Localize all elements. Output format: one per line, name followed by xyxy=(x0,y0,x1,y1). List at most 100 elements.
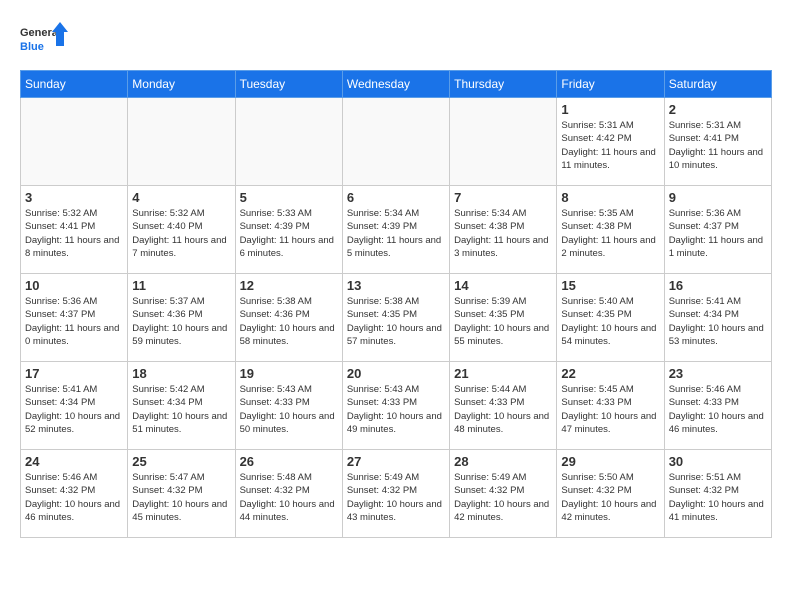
logo-svg: General Blue xyxy=(20,20,70,60)
day-number: 14 xyxy=(454,278,552,293)
svg-text:Blue: Blue xyxy=(20,41,44,53)
calendar-day: 27 Sunrise: 5:49 AMSunset: 4:32 PMDayligh… xyxy=(342,450,449,538)
calendar-day xyxy=(450,98,557,186)
day-number: 12 xyxy=(240,278,338,293)
week-row-4: 17 Sunrise: 5:41 AMSunset: 4:34 PMDayligh… xyxy=(21,362,772,450)
day-info: Sunrise: 5:38 AMSunset: 4:35 PMDaylight:… xyxy=(347,295,445,348)
logo: General Blue xyxy=(20,20,70,60)
calendar-day: 8 Sunrise: 5:35 AMSunset: 4:38 PMDaylight… xyxy=(557,186,664,274)
header: General Blue xyxy=(20,20,772,60)
day-number: 18 xyxy=(132,366,230,381)
day-number: 1 xyxy=(561,102,659,117)
week-row-1: 1 Sunrise: 5:31 AMSunset: 4:42 PMDaylight… xyxy=(21,98,772,186)
calendar-day: 1 Sunrise: 5:31 AMSunset: 4:42 PMDaylight… xyxy=(557,98,664,186)
day-info: Sunrise: 5:32 AMSunset: 4:41 PMDaylight:… xyxy=(25,207,123,260)
day-number: 27 xyxy=(347,454,445,469)
calendar-day: 7 Sunrise: 5:34 AMSunset: 4:38 PMDaylight… xyxy=(450,186,557,274)
calendar-day: 23 Sunrise: 5:46 AMSunset: 4:33 PMDayligh… xyxy=(664,362,771,450)
day-number: 5 xyxy=(240,190,338,205)
day-info: Sunrise: 5:35 AMSunset: 4:38 PMDaylight:… xyxy=(561,207,659,260)
day-number: 17 xyxy=(25,366,123,381)
day-info: Sunrise: 5:34 AMSunset: 4:38 PMDaylight:… xyxy=(454,207,552,260)
calendar-day: 9 Sunrise: 5:36 AMSunset: 4:37 PMDaylight… xyxy=(664,186,771,274)
calendar-day: 14 Sunrise: 5:39 AMSunset: 4:35 PMDayligh… xyxy=(450,274,557,362)
day-info: Sunrise: 5:33 AMSunset: 4:39 PMDaylight:… xyxy=(240,207,338,260)
day-info: Sunrise: 5:37 AMSunset: 4:36 PMDaylight:… xyxy=(132,295,230,348)
calendar-day: 19 Sunrise: 5:43 AMSunset: 4:33 PMDayligh… xyxy=(235,362,342,450)
day-number: 13 xyxy=(347,278,445,293)
day-number: 15 xyxy=(561,278,659,293)
calendar-day: 25 Sunrise: 5:47 AMSunset: 4:32 PMDayligh… xyxy=(128,450,235,538)
day-number: 28 xyxy=(454,454,552,469)
day-info: Sunrise: 5:36 AMSunset: 4:37 PMDaylight:… xyxy=(669,207,767,260)
day-info: Sunrise: 5:31 AMSunset: 4:41 PMDaylight:… xyxy=(669,119,767,172)
calendar-day: 4 Sunrise: 5:32 AMSunset: 4:40 PMDaylight… xyxy=(128,186,235,274)
day-number: 10 xyxy=(25,278,123,293)
day-number: 16 xyxy=(669,278,767,293)
day-number: 8 xyxy=(561,190,659,205)
day-number: 9 xyxy=(669,190,767,205)
calendar-day: 30 Sunrise: 5:51 AMSunset: 4:32 PMDayligh… xyxy=(664,450,771,538)
day-info: Sunrise: 5:45 AMSunset: 4:33 PMDaylight:… xyxy=(561,383,659,436)
calendar-day: 16 Sunrise: 5:41 AMSunset: 4:34 PMDayligh… xyxy=(664,274,771,362)
weekday-header-sunday: Sunday xyxy=(21,71,128,98)
day-number: 2 xyxy=(669,102,767,117)
calendar-day: 6Sunrise: 5:34 AMSunset: 4:39 PMDaylight… xyxy=(342,186,449,274)
day-info: Sunrise: 5:42 AMSunset: 4:34 PMDaylight:… xyxy=(132,383,230,436)
day-info: Sunrise: 5:34 AMSunset: 4:39 PMDaylight:… xyxy=(347,207,445,260)
calendar-day: 11Sunrise: 5:37 AMSunset: 4:36 PMDayligh… xyxy=(128,274,235,362)
calendar-day: 28Sunrise: 5:49 AMSunset: 4:32 PMDayligh… xyxy=(450,450,557,538)
day-info: Sunrise: 5:31 AMSunset: 4:42 PMDaylight:… xyxy=(561,119,659,172)
day-number: 24 xyxy=(25,454,123,469)
weekday-header-friday: Friday xyxy=(557,71,664,98)
day-number: 26 xyxy=(240,454,338,469)
day-number: 4 xyxy=(132,190,230,205)
calendar-day: 2 Sunrise: 5:31 AMSunset: 4:41 PMDaylight… xyxy=(664,98,771,186)
calendar-table: SundayMondayTuesdayWednesdayThursdayFrid… xyxy=(20,70,772,538)
day-number: 30 xyxy=(669,454,767,469)
day-info: Sunrise: 5:46 AMSunset: 4:32 PMDaylight:… xyxy=(25,471,123,524)
day-number: 20 xyxy=(347,366,445,381)
day-info: Sunrise: 5:47 AMSunset: 4:32 PMDaylight:… xyxy=(132,471,230,524)
calendar-day: 24 Sunrise: 5:46 AMSunset: 4:32 PMDayligh… xyxy=(21,450,128,538)
calendar-day xyxy=(21,98,128,186)
weekday-header-monday: Monday xyxy=(128,71,235,98)
day-info: Sunrise: 5:36 AMSunset: 4:37 PMDaylight:… xyxy=(25,295,123,348)
calendar-day: 21Sunrise: 5:44 AMSunset: 4:33 PMDayligh… xyxy=(450,362,557,450)
day-info: Sunrise: 5:43 AMSunset: 4:33 PMDaylight:… xyxy=(347,383,445,436)
week-row-2: 3 Sunrise: 5:32 AMSunset: 4:41 PMDaylight… xyxy=(21,186,772,274)
day-info: Sunrise: 5:32 AMSunset: 4:40 PMDaylight:… xyxy=(132,207,230,260)
day-number: 25 xyxy=(132,454,230,469)
calendar-day: 17 Sunrise: 5:41 AMSunset: 4:34 PMDayligh… xyxy=(21,362,128,450)
calendar-day: 12Sunrise: 5:38 AMSunset: 4:36 PMDayligh… xyxy=(235,274,342,362)
day-number: 29 xyxy=(561,454,659,469)
week-row-5: 24 Sunrise: 5:46 AMSunset: 4:32 PMDayligh… xyxy=(21,450,772,538)
calendar-day: 5 Sunrise: 5:33 AMSunset: 4:39 PMDaylight… xyxy=(235,186,342,274)
day-info: Sunrise: 5:43 AMSunset: 4:33 PMDaylight:… xyxy=(240,383,338,436)
calendar-day xyxy=(235,98,342,186)
day-info: Sunrise: 5:49 AMSunset: 4:32 PMDaylight:… xyxy=(347,471,445,524)
calendar-day: 18 Sunrise: 5:42 AMSunset: 4:34 PMDayligh… xyxy=(128,362,235,450)
calendar-day: 20 Sunrise: 5:43 AMSunset: 4:33 PMDayligh… xyxy=(342,362,449,450)
day-number: 21 xyxy=(454,366,552,381)
calendar-day xyxy=(342,98,449,186)
calendar-day xyxy=(128,98,235,186)
calendar-day: 10 Sunrise: 5:36 AMSunset: 4:37 PMDayligh… xyxy=(21,274,128,362)
day-number: 7 xyxy=(454,190,552,205)
day-info: Sunrise: 5:51 AMSunset: 4:32 PMDaylight:… xyxy=(669,471,767,524)
day-info: Sunrise: 5:39 AMSunset: 4:35 PMDaylight:… xyxy=(454,295,552,348)
day-info: Sunrise: 5:41 AMSunset: 4:34 PMDaylight:… xyxy=(669,295,767,348)
day-info: Sunrise: 5:46 AMSunset: 4:33 PMDaylight:… xyxy=(669,383,767,436)
weekday-header-saturday: Saturday xyxy=(664,71,771,98)
day-number: 23 xyxy=(669,366,767,381)
day-number: 3 xyxy=(25,190,123,205)
day-number: 19 xyxy=(240,366,338,381)
calendar-day: 15 Sunrise: 5:40 AMSunset: 4:35 PMDayligh… xyxy=(557,274,664,362)
day-info: Sunrise: 5:40 AMSunset: 4:35 PMDaylight:… xyxy=(561,295,659,348)
weekday-header-row: SundayMondayTuesdayWednesdayThursdayFrid… xyxy=(21,71,772,98)
day-info: Sunrise: 5:41 AMSunset: 4:34 PMDaylight:… xyxy=(25,383,123,436)
calendar-day: 26Sunrise: 5:48 AMSunset: 4:32 PMDayligh… xyxy=(235,450,342,538)
calendar-day: 13 Sunrise: 5:38 AMSunset: 4:35 PMDayligh… xyxy=(342,274,449,362)
day-info: Sunrise: 5:50 AMSunset: 4:32 PMDaylight:… xyxy=(561,471,659,524)
weekday-header-tuesday: Tuesday xyxy=(235,71,342,98)
